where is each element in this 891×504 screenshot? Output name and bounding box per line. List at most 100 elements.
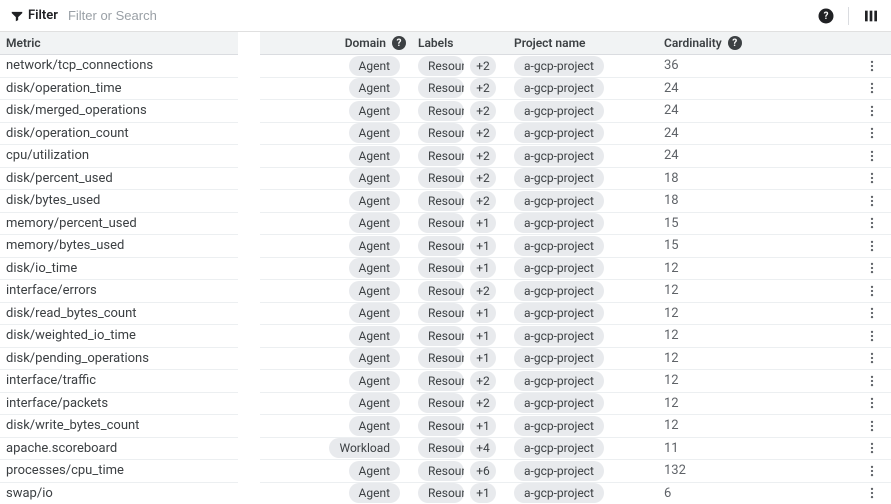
domain-chip[interactable]: Workload <box>329 438 400 458</box>
label-chip[interactable]: Resource: gc… <box>418 393 464 413</box>
project-chip[interactable]: a-gcp-project <box>514 258 604 278</box>
project-chip[interactable]: a-gcp-project <box>514 101 604 121</box>
col-domain[interactable]: Domain? <box>260 32 412 55</box>
label-chip[interactable]: Resource: gc… <box>418 213 464 233</box>
more-actions-icon[interactable] <box>865 81 879 95</box>
label-chip[interactable]: Resource: gc… <box>418 281 464 301</box>
label-more-chip[interactable]: +2 <box>470 56 496 76</box>
label-more-chip[interactable]: +2 <box>470 393 496 413</box>
label-more-chip[interactable]: +2 <box>470 78 496 98</box>
more-actions-icon[interactable] <box>865 306 879 320</box>
more-actions-icon[interactable] <box>865 329 879 343</box>
more-actions-icon[interactable] <box>865 261 879 275</box>
metric-name[interactable]: swap/io <box>0 483 238 504</box>
label-chip[interactable]: Resource: gc… <box>418 123 464 143</box>
metric-name[interactable]: disk/operation_count <box>0 123 238 146</box>
metric-name[interactable]: interface/errors <box>0 280 238 303</box>
label-more-chip[interactable]: +1 <box>470 258 496 278</box>
metric-name[interactable]: network/tcp_connections <box>0 55 238 78</box>
label-more-chip[interactable]: +2 <box>470 168 496 188</box>
domain-chip[interactable]: Agent <box>349 393 400 413</box>
more-actions-icon[interactable] <box>865 464 879 478</box>
label-more-chip[interactable]: +1 <box>470 303 496 323</box>
project-chip[interactable]: a-gcp-project <box>514 236 604 256</box>
metric-name[interactable]: interface/traffic <box>0 370 238 393</box>
project-chip[interactable]: a-gcp-project <box>514 303 604 323</box>
metric-name[interactable]: interface/packets <box>0 393 238 416</box>
label-chip[interactable]: Resource: gc… <box>418 461 464 481</box>
label-more-chip[interactable]: +1 <box>470 213 496 233</box>
project-chip[interactable]: a-gcp-project <box>514 438 604 458</box>
domain-chip[interactable]: Agent <box>349 236 400 256</box>
col-labels[interactable]: Labels <box>412 32 508 55</box>
project-chip[interactable]: a-gcp-project <box>514 191 604 211</box>
more-actions-icon[interactable] <box>865 216 879 230</box>
label-more-chip[interactable]: +1 <box>470 348 496 368</box>
label-chip[interactable]: Resource: gc… <box>418 438 464 458</box>
metric-name[interactable]: disk/weighted_io_time <box>0 325 238 348</box>
search-input[interactable] <box>64 4 814 27</box>
more-actions-icon[interactable] <box>865 104 879 118</box>
domain-chip[interactable]: Agent <box>349 258 400 278</box>
domain-chip[interactable]: Agent <box>349 281 400 301</box>
domain-chip[interactable]: Agent <box>349 326 400 346</box>
label-more-chip[interactable]: +2 <box>470 101 496 121</box>
domain-chip[interactable]: Agent <box>349 56 400 76</box>
domain-chip[interactable]: Agent <box>349 168 400 188</box>
label-chip[interactable]: Resource: gc… <box>418 416 464 436</box>
more-actions-icon[interactable] <box>865 149 879 163</box>
project-chip[interactable]: a-gcp-project <box>514 146 604 166</box>
project-chip[interactable]: a-gcp-project <box>514 78 604 98</box>
label-chip[interactable]: Resource: gc… <box>418 146 464 166</box>
metric-name[interactable]: disk/merged_operations <box>0 100 238 123</box>
more-actions-icon[interactable] <box>865 441 879 455</box>
label-chip[interactable]: Resource: gc… <box>418 483 464 503</box>
more-actions-icon[interactable] <box>865 239 879 253</box>
label-more-chip[interactable]: +1 <box>470 416 496 436</box>
col-cardinality[interactable]: Cardinality? <box>658 32 774 55</box>
more-actions-icon[interactable] <box>865 284 879 298</box>
cardinality-help-icon[interactable]: ? <box>728 36 742 50</box>
label-chip[interactable]: Resource: gc… <box>418 371 464 391</box>
domain-chip[interactable]: Agent <box>349 483 400 503</box>
label-chip[interactable]: Resource: gc… <box>418 191 464 211</box>
domain-chip[interactable]: Agent <box>349 213 400 233</box>
label-more-chip[interactable]: +2 <box>470 371 496 391</box>
domain-chip[interactable]: Agent <box>349 146 400 166</box>
label-chip[interactable]: Resource: gc… <box>418 168 464 188</box>
metric-name[interactable]: disk/operation_time <box>0 78 238 101</box>
domain-chip[interactable]: Agent <box>349 123 400 143</box>
project-chip[interactable]: a-gcp-project <box>514 213 604 233</box>
metric-name[interactable]: memory/percent_used <box>0 213 238 236</box>
more-actions-icon[interactable] <box>865 171 879 185</box>
more-actions-icon[interactable] <box>865 374 879 388</box>
label-more-chip[interactable]: +2 <box>470 281 496 301</box>
columns-icon[interactable] <box>859 4 883 28</box>
domain-chip[interactable]: Agent <box>349 191 400 211</box>
label-more-chip[interactable]: +6 <box>470 461 496 481</box>
metric-name[interactable]: disk/pending_operations <box>0 348 238 371</box>
label-more-chip[interactable]: +1 <box>470 326 496 346</box>
metric-name[interactable]: disk/io_time <box>0 258 238 281</box>
more-actions-icon[interactable] <box>865 486 879 500</box>
label-more-chip[interactable]: +2 <box>470 191 496 211</box>
project-chip[interactable]: a-gcp-project <box>514 483 604 503</box>
label-more-chip[interactable]: +2 <box>470 123 496 143</box>
label-chip[interactable]: Resource: gc… <box>418 56 464 76</box>
project-chip[interactable]: a-gcp-project <box>514 348 604 368</box>
more-actions-icon[interactable] <box>865 59 879 73</box>
domain-chip[interactable]: Agent <box>349 78 400 98</box>
metric-name[interactable]: disk/percent_used <box>0 168 238 191</box>
domain-help-icon[interactable]: ? <box>392 36 406 50</box>
metric-name[interactable]: disk/write_bytes_count <box>0 415 238 438</box>
label-chip[interactable]: Resource: gc… <box>418 348 464 368</box>
label-chip[interactable]: Resource: gc… <box>418 78 464 98</box>
domain-chip[interactable]: Agent <box>349 371 400 391</box>
metric-name[interactable]: apache.scoreboard <box>0 438 238 461</box>
metric-name[interactable]: disk/bytes_used <box>0 190 238 213</box>
label-more-chip[interactable]: +1 <box>470 236 496 256</box>
project-chip[interactable]: a-gcp-project <box>514 281 604 301</box>
domain-chip[interactable]: Agent <box>349 303 400 323</box>
more-actions-icon[interactable] <box>865 194 879 208</box>
label-more-chip[interactable]: +2 <box>470 146 496 166</box>
